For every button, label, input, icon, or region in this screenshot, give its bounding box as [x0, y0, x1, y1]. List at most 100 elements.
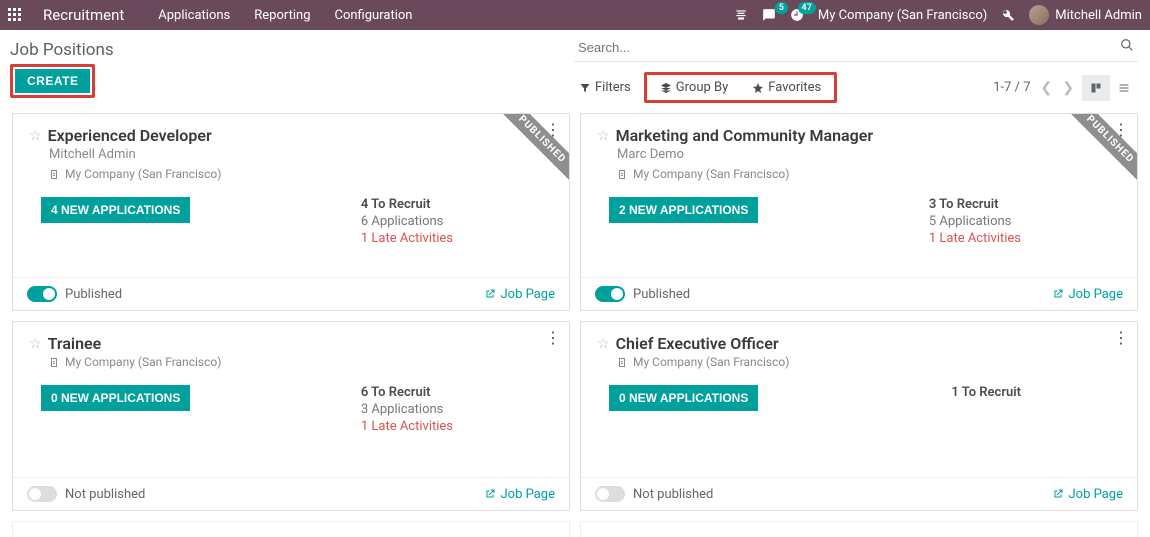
filters-button[interactable]: Filters	[574, 77, 636, 98]
job-company: My Company (San Francisco)	[49, 167, 553, 181]
new-applications-button[interactable]: 0 NEW APPLICATIONS	[41, 385, 190, 411]
stat-to-recruit: 6 To Recruit	[361, 385, 453, 400]
groupby-favorites-highlight: Group By Favorites	[644, 72, 837, 103]
job-company: My Company (San Francisco)	[617, 355, 1121, 369]
job-title: Marketing and Community Manager	[616, 126, 874, 145]
published-label: Published	[65, 287, 122, 302]
page-title: Job Positions	[10, 34, 574, 64]
external-link-icon	[1052, 488, 1064, 500]
job-owner: Marc Demo	[617, 145, 1121, 165]
kanban-board: ⋮ PUBLISHED ☆ Experienced Developer Mitc…	[0, 103, 1150, 537]
card-menu-icon[interactable]: ⋮	[545, 122, 561, 138]
published-label: Not published	[65, 487, 145, 502]
job-title: Chief Executive Officer	[616, 334, 779, 353]
card-menu-icon[interactable]: ⋮	[1113, 330, 1129, 346]
external-link-icon	[1052, 288, 1064, 300]
job-company: My Company (San Francisco)	[49, 355, 553, 369]
pager: 1-7 / 7 ❮ ❯	[993, 80, 1074, 96]
create-highlight: CREATE	[10, 64, 95, 98]
pager-next[interactable]: ❯	[1062, 80, 1074, 96]
new-applications-button[interactable]: 2 NEW APPLICATIONS	[609, 197, 758, 223]
menu-applications[interactable]: Applications	[158, 8, 230, 23]
favorites-button[interactable]: Favorites	[747, 77, 826, 98]
apps-grid-icon[interactable]	[8, 8, 23, 23]
job-page-link[interactable]: Job Page	[1052, 487, 1123, 502]
main-menu: Applications Reporting Configuration	[158, 8, 412, 23]
job-card[interactable]: ⋮ ☆ Trainee My Company (San Francisco) 0…	[12, 321, 570, 511]
user-name: Mitchell Admin	[1055, 8, 1142, 23]
job-owner: Mitchell Admin	[49, 145, 553, 165]
layers-icon	[660, 82, 672, 94]
settings-wrench-icon[interactable]	[1001, 8, 1015, 22]
control-panel: Job Positions CREATE Filters Group By	[0, 30, 1150, 103]
stat-to-recruit: 4 To Recruit	[361, 197, 453, 212]
messages-badge: 5	[775, 2, 788, 14]
job-page-link[interactable]: Job Page	[1052, 287, 1123, 302]
job-card-placeholder	[12, 521, 570, 537]
job-card[interactable]: ⋮ PUBLISHED ☆ Experienced Developer Mitc…	[12, 113, 570, 311]
published-toggle[interactable]	[27, 286, 57, 302]
stat-applications: 6 Applications	[361, 214, 453, 229]
published-toggle[interactable]	[595, 486, 625, 502]
app-brand[interactable]: Recruitment	[43, 6, 124, 24]
building-icon	[49, 356, 61, 368]
stat-to-recruit: 1 To Recruit	[951, 385, 1021, 400]
list-view-button[interactable]	[1110, 75, 1138, 101]
job-company: My Company (San Francisco)	[617, 167, 1121, 181]
job-page-link[interactable]: Job Page	[484, 487, 555, 502]
user-menu[interactable]: Mitchell Admin	[1029, 5, 1142, 25]
activities-icon[interactable]: 47	[790, 8, 804, 22]
published-label: Published	[633, 287, 690, 302]
card-menu-icon[interactable]: ⋮	[1113, 122, 1129, 138]
star-toggle[interactable]: ☆	[597, 128, 610, 144]
kanban-view-button[interactable]	[1082, 75, 1110, 101]
groupby-button[interactable]: Group By	[655, 77, 734, 98]
building-icon	[617, 168, 629, 180]
create-button[interactable]: CREATE	[15, 69, 90, 93]
star-toggle[interactable]: ☆	[29, 336, 42, 352]
published-label: Not published	[633, 487, 713, 502]
view-switcher	[1082, 75, 1138, 101]
card-menu-icon[interactable]: ⋮	[545, 330, 561, 346]
stat-to-recruit: 3 To Recruit	[929, 197, 1021, 212]
external-link-icon	[484, 488, 496, 500]
menu-reporting[interactable]: Reporting	[254, 8, 310, 23]
pager-prev[interactable]: ❮	[1041, 80, 1053, 96]
star-icon	[752, 82, 764, 94]
job-card[interactable]: ⋮ ☆ Chief Executive Officer My Company (…	[580, 321, 1138, 511]
job-card-placeholder	[580, 521, 1138, 537]
job-title: Experienced Developer	[48, 126, 212, 145]
stat-applications: 5 Applications	[929, 214, 1021, 229]
job-page-link[interactable]: Job Page	[484, 287, 555, 302]
new-applications-button[interactable]: 4 NEW APPLICATIONS	[41, 197, 190, 223]
published-toggle[interactable]	[27, 486, 57, 502]
building-icon	[49, 168, 61, 180]
top-navbar: Recruitment Applications Reporting Confi…	[0, 0, 1150, 30]
new-applications-button[interactable]: 0 NEW APPLICATIONS	[609, 385, 758, 411]
search-icon[interactable]	[1120, 38, 1134, 56]
job-stats: 4 To Recruit 6 Applications 1 Late Activ…	[361, 197, 453, 246]
star-toggle[interactable]: ☆	[29, 128, 42, 144]
job-title: Trainee	[48, 334, 102, 353]
company-switcher[interactable]: My Company (San Francisco)	[818, 8, 987, 23]
job-stats: 6 To Recruit 3 Applications 1 Late Activ…	[361, 385, 453, 434]
external-link-icon	[484, 288, 496, 300]
stat-late: 1 Late Activities	[361, 419, 453, 434]
avatar	[1029, 5, 1049, 25]
activities-badge: 47	[798, 2, 816, 14]
job-stats: 3 To Recruit 5 Applications 1 Late Activ…	[929, 197, 1021, 246]
stat-applications: 3 Applications	[361, 402, 453, 417]
job-card[interactable]: ⋮ PUBLISHED ☆ Marketing and Community Ma…	[580, 113, 1138, 311]
search-input[interactable]	[574, 34, 1138, 62]
building-icon	[617, 356, 629, 368]
job-stats: 1 To Recruit	[951, 385, 1021, 411]
menu-configuration[interactable]: Configuration	[335, 8, 413, 23]
filter-icon	[579, 82, 591, 94]
messages-icon[interactable]: 5	[762, 8, 776, 22]
pager-text: 1-7 / 7	[993, 80, 1030, 95]
published-toggle[interactable]	[595, 286, 625, 302]
stat-late: 1 Late Activities	[929, 231, 1021, 246]
voip-icon[interactable]	[734, 8, 748, 22]
stat-late: 1 Late Activities	[361, 231, 453, 246]
star-toggle[interactable]: ☆	[597, 336, 610, 352]
